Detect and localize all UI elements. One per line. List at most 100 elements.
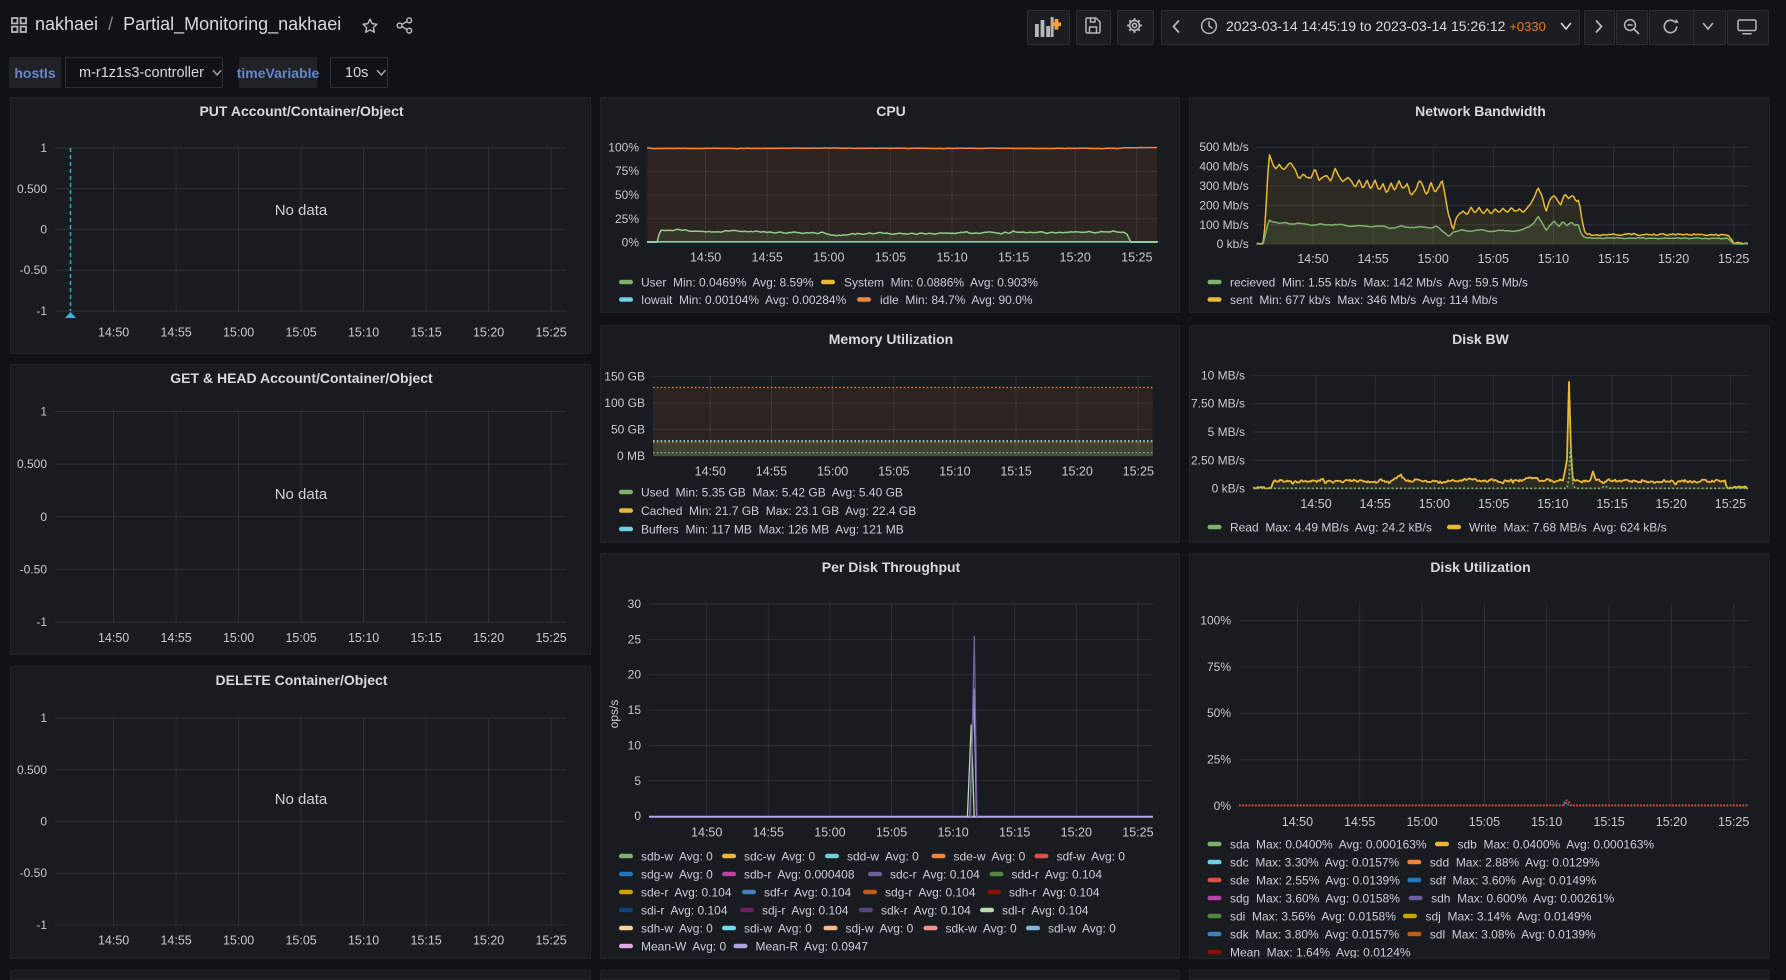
svg-text:14:50: 14:50 <box>695 465 726 479</box>
svg-text:GET & HEAD Account/Container/O: GET & HEAD Account/Container/Object <box>170 370 433 386</box>
svg-text:Used Min: 5.35 GB Max: 5.42: Used Min: 5.35 GB Max: 5.42 GB Avg: 5.40… <box>641 485 903 499</box>
svg-text:15:10: 15:10 <box>1531 815 1562 829</box>
svg-text:14:50: 14:50 <box>691 826 722 840</box>
svg-text:15:20: 15:20 <box>1061 826 1092 840</box>
svg-text:100 GB: 100 GB <box>604 396 645 410</box>
svg-text:15:00: 15:00 <box>1418 252 1449 266</box>
svg-text:0%: 0% <box>1214 799 1232 813</box>
svg-text:0: 0 <box>40 223 47 237</box>
svg-text:15:10: 15:10 <box>348 631 379 645</box>
svg-text:15:05: 15:05 <box>285 326 316 340</box>
svg-text:0.500: 0.500 <box>17 182 47 196</box>
svg-text:14:50: 14:50 <box>1297 252 1328 266</box>
svg-text:15:25: 15:25 <box>535 934 566 948</box>
svg-text:15:20: 15:20 <box>1060 251 1091 265</box>
svg-text:-1: -1 <box>36 615 47 629</box>
svg-text:14:50: 14:50 <box>690 251 721 265</box>
svg-text:sdd Max: 2.88% Avg: 0.0129%: sdd Max: 2.88% Avg: 0.0129% <box>1430 855 1600 869</box>
svg-text:100 Mb/s: 100 Mb/s <box>1199 218 1248 232</box>
svg-text:sdc-w Avg: 0: sdc-w Avg: 0 <box>744 849 815 863</box>
svg-text:sdi Max: 3.56% Avg: 0.0158%: sdi Max: 3.56% Avg: 0.0158% <box>1230 909 1396 923</box>
svg-text:Cached Min: 21.7 GB Max: 23.: Cached Min: 21.7 GB Max: 23.1 GB Avg: 22… <box>641 504 916 518</box>
svg-text:15:05: 15:05 <box>878 465 909 479</box>
svg-text:50 GB: 50 GB <box>611 422 645 436</box>
svg-text:15:05: 15:05 <box>285 631 316 645</box>
svg-text:25%: 25% <box>1207 753 1231 767</box>
svg-text:14:55: 14:55 <box>160 631 191 645</box>
svg-text:100%: 100% <box>608 141 639 155</box>
svg-text:DELETE Container/Object: DELETE Container/Object <box>216 672 388 688</box>
svg-text:Network Bandwidth: Network Bandwidth <box>1415 103 1546 119</box>
svg-text:15: 15 <box>628 703 642 717</box>
svg-text:sdb-r Avg: 0.000408: sdb-r Avg: 0.000408 <box>744 867 855 881</box>
svg-text:sdb-w Avg: 0: sdb-w Avg: 0 <box>641 849 713 863</box>
svg-text:Mean Max: 1.64% Avg: 0.0124%: Mean Max: 1.64% Avg: 0.0124% <box>1230 945 1411 959</box>
svg-text:0: 0 <box>634 809 641 823</box>
svg-text:10: 10 <box>628 739 642 753</box>
svg-text:25: 25 <box>628 632 642 646</box>
svg-text:15:15: 15:15 <box>410 631 441 645</box>
svg-text:15:25: 15:25 <box>1123 465 1154 479</box>
svg-text:15:15: 15:15 <box>998 251 1029 265</box>
svg-text:2.50 MB/s: 2.50 MB/s <box>1191 453 1245 467</box>
svg-text:sdi-w Avg: 0: sdi-w Avg: 0 <box>744 921 812 935</box>
svg-text:15:10: 15:10 <box>937 826 968 840</box>
svg-text:Disk BW: Disk BW <box>1452 331 1510 347</box>
svg-text:sda Max: 0.0400% Avg: 0.0001: sda Max: 0.0400% Avg: 0.000163% <box>1230 837 1427 851</box>
svg-text:Memory Utilization: Memory Utilization <box>829 331 953 347</box>
svg-text:0%: 0% <box>622 236 640 250</box>
svg-text:75%: 75% <box>615 164 639 178</box>
svg-text:5 MB/s: 5 MB/s <box>1208 425 1245 439</box>
svg-text:15:25: 15:25 <box>535 631 566 645</box>
svg-text:500 Mb/s: 500 Mb/s <box>1199 140 1248 154</box>
svg-text:15:00: 15:00 <box>813 251 844 265</box>
svg-text:sdj-w Avg: 0: sdj-w Avg: 0 <box>846 921 914 935</box>
svg-text:15:20: 15:20 <box>1062 465 1093 479</box>
svg-text:0: 0 <box>40 815 47 829</box>
svg-text:sdg-w Avg: 0: sdg-w Avg: 0 <box>641 867 713 881</box>
svg-text:15:25: 15:25 <box>1718 815 1749 829</box>
svg-text:No data: No data <box>275 791 328 808</box>
svg-text:PUT Account/Container/Object: PUT Account/Container/Object <box>199 103 403 119</box>
svg-text:14:50: 14:50 <box>98 631 129 645</box>
svg-text:-0.50: -0.50 <box>20 263 48 277</box>
svg-text:idle Min: 84.7% Avg: 90.0%: idle Min: 84.7% Avg: 90.0% <box>880 293 1033 307</box>
svg-text:Mean-R Avg: 0.0947: Mean-R Avg: 0.0947 <box>756 939 869 953</box>
svg-text:sdk Max: 3.80% Avg: 0.0157%: sdk Max: 3.80% Avg: 0.0157% <box>1230 927 1400 941</box>
svg-text:sdd-w Avg: 0: sdd-w Avg: 0 <box>847 849 919 863</box>
svg-text:Write Max: 7.68 MB/s Avg: 62: Write Max: 7.68 MB/s Avg: 624 kB/s <box>1469 520 1667 534</box>
svg-text:14:55: 14:55 <box>1360 497 1391 511</box>
svg-text:15:15: 15:15 <box>1593 815 1624 829</box>
svg-text:0.500: 0.500 <box>17 763 47 777</box>
svg-text:sdh-w Avg: 0: sdh-w Avg: 0 <box>641 921 713 935</box>
svg-text:14:50: 14:50 <box>1300 497 1331 511</box>
svg-text:25%: 25% <box>615 212 639 226</box>
svg-text:No data: No data <box>275 202 328 219</box>
svg-text:15:15: 15:15 <box>1598 252 1629 266</box>
svg-text:0 kb/s: 0 kb/s <box>1217 237 1249 251</box>
svg-text:15:05: 15:05 <box>1478 252 1509 266</box>
svg-text:14:55: 14:55 <box>752 251 783 265</box>
svg-text:50%: 50% <box>615 188 639 202</box>
svg-text:-1: -1 <box>36 918 47 932</box>
svg-text:sde Max: 2.55% Avg: 0.0139%: sde Max: 2.55% Avg: 0.0139% <box>1230 873 1400 887</box>
svg-text:15:15: 15:15 <box>1596 497 1627 511</box>
svg-text:sdh-r Avg: 0.104: sdh-r Avg: 0.104 <box>1009 885 1100 899</box>
svg-text:15:20: 15:20 <box>1656 497 1687 511</box>
svg-text:CPU: CPU <box>876 103 906 119</box>
svg-text:sdl Max: 3.08% Avg: 0.0139%: sdl Max: 3.08% Avg: 0.0139% <box>1430 927 1596 941</box>
svg-text:15:20: 15:20 <box>1656 815 1687 829</box>
svg-text:sde-w Avg: 0: sde-w Avg: 0 <box>954 849 1026 863</box>
svg-text:15:20: 15:20 <box>473 326 504 340</box>
svg-text:Iowait Min: 0.00104% Avg: 0.: Iowait Min: 0.00104% Avg: 0.00284% <box>641 293 847 307</box>
svg-text:15:00: 15:00 <box>223 934 254 948</box>
svg-text:14:55: 14:55 <box>1357 252 1388 266</box>
svg-text:sdk-w Avg: 0: sdk-w Avg: 0 <box>946 921 1017 935</box>
svg-text:-1: -1 <box>36 304 47 318</box>
svg-text:15:00: 15:00 <box>223 631 254 645</box>
svg-text:14:50: 14:50 <box>98 934 129 948</box>
svg-text:15:05: 15:05 <box>876 826 907 840</box>
svg-text:sdj-r Avg: 0.104: sdj-r Avg: 0.104 <box>762 903 849 917</box>
svg-text:30: 30 <box>628 597 642 611</box>
svg-text:400 Mb/s: 400 Mb/s <box>1199 160 1248 174</box>
